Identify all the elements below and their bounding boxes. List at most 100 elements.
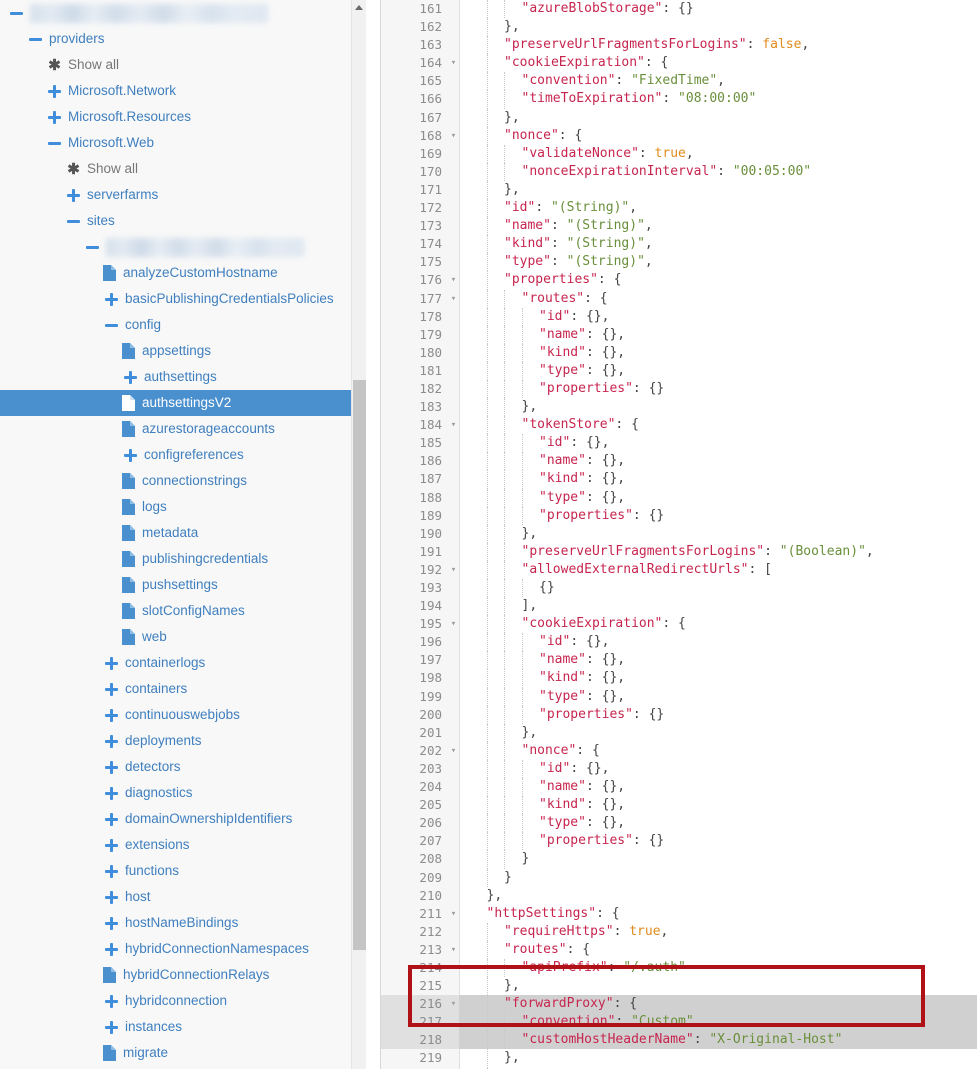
code-line[interactable]: 175 "type": "(String)", (381, 253, 977, 272)
tree-item-metadata[interactable]: metadata (0, 520, 380, 546)
code-text[interactable]: "nonceExpirationInterval": "00:05:00" (459, 162, 977, 181)
expand-plus-icon[interactable] (103, 681, 120, 698)
code-text[interactable]: "id": "(String)", (459, 199, 977, 218)
tree-item-config[interactable]: config (0, 312, 380, 338)
code-line[interactable]: 192 ▾ "allowedExternalRedirectUrls": [ (381, 560, 977, 579)
code-line[interactable]: 217 "convention": "Custom", (381, 1013, 977, 1032)
code-fold-toggle-icon[interactable]: ▾ (448, 742, 459, 760)
tree-item-pushsettings[interactable]: pushsettings (0, 572, 380, 598)
tree-item-containerlogs[interactable]: containerlogs (0, 650, 380, 676)
code-line[interactable]: 170 "nonceExpirationInterval": "00:05:00" (381, 162, 977, 181)
code-line[interactable]: 205 "kind": {}, (381, 796, 977, 815)
code-text[interactable]: "validateNonce": true, (459, 144, 977, 163)
code-text[interactable]: }, (459, 108, 977, 127)
code-fold-toggle-icon[interactable]: ▾ (448, 995, 459, 1013)
code-text[interactable]: "properties": { (459, 271, 977, 290)
expand-plus-icon[interactable] (103, 889, 120, 906)
code-line[interactable]: 196 "id": {}, (381, 633, 977, 652)
code-line[interactable]: 212 "requireHttps": true, (381, 922, 977, 941)
code-text[interactable]: "kind": {}, (459, 669, 977, 688)
code-text[interactable]: "apiPrefix": "/.auth" (459, 958, 977, 978)
code-text[interactable]: "properties": {} (459, 705, 977, 724)
tree-item-authsettings[interactable]: authsettings (0, 364, 380, 390)
code-line[interactable]: 166 "timeToExpiration": "08:00:00" (381, 90, 977, 109)
code-line[interactable]: 185 "id": {}, (381, 434, 977, 453)
expand-plus-icon[interactable] (122, 447, 139, 464)
code-line[interactable]: 183}, (381, 398, 977, 417)
expand-plus-icon[interactable] (103, 941, 120, 958)
code-line[interactable]: 198 "kind": {}, (381, 669, 977, 688)
asterisk-icon[interactable]: ✱ (65, 161, 82, 178)
tree-item-functions[interactable]: functions (0, 858, 380, 884)
code-text[interactable]: "id": {}, (459, 759, 977, 779)
expand-plus-icon[interactable] (103, 915, 120, 932)
tree-item-web[interactable]: web (0, 624, 380, 650)
code-text[interactable]: "customHostHeaderName": "X-Original-Host… (459, 1031, 977, 1050)
code-text[interactable]: }, (459, 524, 977, 543)
code-fold-toggle-icon[interactable]: ▾ (448, 941, 459, 959)
code-fold-toggle-icon[interactable]: ▾ (448, 905, 459, 923)
code-text[interactable]: "kind": {}, (459, 796, 977, 815)
expand-plus-icon[interactable] (46, 109, 63, 126)
collapse-minus-icon[interactable] (8, 5, 25, 22)
code-text[interactable]: "type": {}, (459, 814, 977, 833)
expand-plus-icon[interactable] (103, 863, 120, 880)
tree-item-redacted[interactable] (0, 234, 380, 260)
code-text[interactable]: "timeToExpiration": "08:00:00" (459, 90, 977, 109)
tree-item-show-all[interactable]: ✱ Show all (0, 156, 380, 182)
expand-plus-icon[interactable] (122, 369, 139, 386)
tree-item-hybridconnectionrelays[interactable]: hybridConnectionRelays (0, 962, 380, 988)
code-line[interactable]: 206 "type": {}, (381, 814, 977, 833)
code-line[interactable]: 203 "id": {}, (381, 759, 977, 779)
code-text[interactable]: "type": {}, (459, 488, 977, 507)
code-line[interactable]: 218 "customHostHeaderName": "X-Original-H… (381, 1031, 977, 1050)
code-line[interactable]: 163 "preserveUrlFragmentsForLogins": fals… (381, 36, 977, 55)
code-text[interactable]: "preserveUrlFragmentsForLogins": "(Boole… (459, 542, 977, 561)
expand-plus-icon[interactable] (103, 655, 120, 672)
code-text[interactable]: "name": {}, (459, 325, 977, 344)
tree-scrollbar-thumb[interactable] (353, 380, 366, 950)
code-line[interactable]: 202 ▾ "nonce": { (381, 741, 977, 760)
expand-plus-icon[interactable] (103, 759, 120, 776)
code-text[interactable]: {} (459, 579, 977, 598)
code-line[interactable]: 164 ▾ "cookieExpiration": { (381, 54, 977, 73)
code-line[interactable]: 189 "properties": {} (381, 506, 977, 525)
asterisk-icon[interactable]: ✱ (46, 57, 63, 74)
code-fold-toggle-icon[interactable]: ▾ (448, 127, 459, 145)
code-line[interactable]: 210}, (381, 886, 977, 905)
tree-item-logs[interactable]: logs (0, 494, 380, 520)
expand-plus-icon[interactable] (103, 993, 120, 1010)
code-line[interactable]: 190}, (381, 524, 977, 543)
code-line[interactable]: 216 ▾ "forwardProxy": { (381, 995, 977, 1014)
code-line[interactable]: 211 ▾ "httpSettings": { (381, 904, 977, 923)
tree-item-redacted[interactable] (0, 0, 380, 26)
code-text[interactable]: "convention": "Custom", (459, 1013, 977, 1032)
code-line[interactable]: 208} (381, 850, 977, 869)
collapse-minus-icon[interactable] (27, 31, 44, 48)
expand-plus-icon[interactable] (65, 187, 82, 204)
code-text[interactable]: "kind": "(String)", (459, 235, 977, 254)
code-text[interactable]: "requireHttps": true, (459, 922, 977, 941)
code-line[interactable]: 178 "id": {}, (381, 307, 977, 326)
expand-plus-icon[interactable] (103, 733, 120, 750)
code-line[interactable]: 200 "properties": {} (381, 705, 977, 724)
code-line[interactable]: 186 "name": {}, (381, 452, 977, 471)
json-editor-pane[interactable]: 161 "azureBlobStorage": {} 162}, 163 "preser… (380, 0, 977, 1069)
tree-item-migrate[interactable]: migrate (0, 1040, 380, 1066)
code-text[interactable]: "name": {}, (459, 778, 977, 797)
code-line[interactable]: 194], (381, 597, 977, 616)
code-line[interactable]: 213 ▾ "routes": { (381, 940, 977, 959)
code-line[interactable]: 171}, (381, 180, 977, 200)
tree-item-detectors[interactable]: detectors (0, 754, 380, 780)
code-line[interactable]: 162}, (381, 18, 977, 37)
scroll-up-arrow-icon[interactable] (352, 0, 367, 15)
code-text[interactable]: "forwardProxy": { (459, 995, 977, 1014)
code-line[interactable]: 179 "name": {}, (381, 325, 977, 344)
tree-item-providers[interactable]: providers (0, 26, 380, 52)
code-line[interactable]: 219}, (381, 1049, 977, 1068)
tree-item-hostnamebindings[interactable]: hostNameBindings (0, 910, 380, 936)
code-text[interactable]: "routes": { (459, 940, 977, 959)
code-line[interactable]: 204 "name": {}, (381, 778, 977, 797)
code-line[interactable]: 173 "name": "(String)", (381, 217, 977, 236)
code-line[interactable]: 199 "type": {}, (381, 687, 977, 706)
